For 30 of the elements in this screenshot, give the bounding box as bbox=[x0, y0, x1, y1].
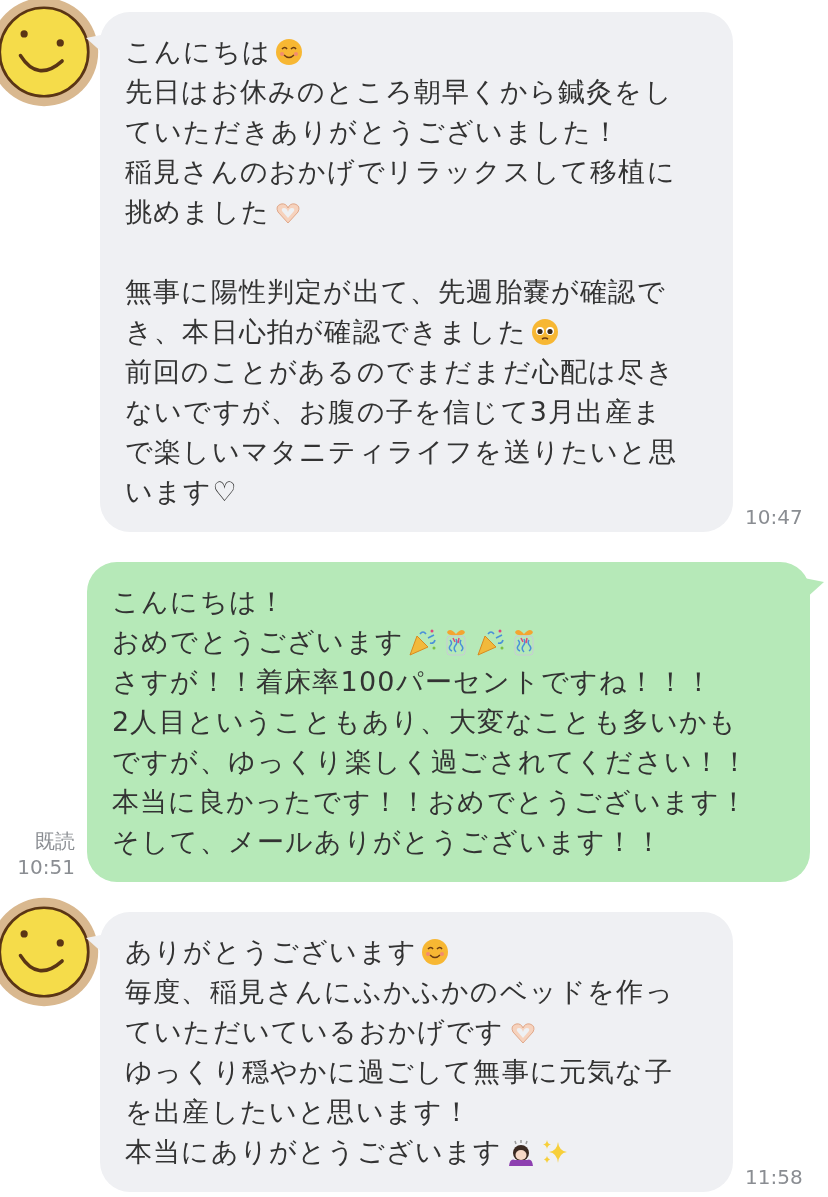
message-time: 10:47 bbox=[745, 504, 803, 530]
message-text: います♡ bbox=[125, 475, 238, 509]
message-text: 先日はお休みのところ朝早くから鍼灸をし bbox=[125, 75, 673, 109]
message-time: 10:51 bbox=[17, 854, 75, 880]
message-text: き、本日心拍が確認できました bbox=[125, 315, 527, 349]
message-time: 11:58 bbox=[745, 1164, 803, 1190]
message-text: 前回のことがあるのでまだまだ心配は尽き bbox=[125, 355, 675, 389]
message-text: ありがとうございます bbox=[125, 935, 417, 969]
message-text: 無事に陽性判定が出て、先週胎嚢が確認で bbox=[125, 275, 666, 309]
smiling-face-icon bbox=[419, 936, 451, 968]
message-text: 本当に良かったです！！おめでとうございます！ bbox=[112, 785, 749, 819]
message-text: 挑めました bbox=[125, 195, 270, 229]
message-text: ないですが、お腹の子を信じて3月出産ま bbox=[125, 395, 662, 429]
message-text: 2人目ということもあり、大変なことも多いかも bbox=[112, 705, 738, 739]
message-text: おめでとうございます bbox=[112, 625, 404, 659]
message-text: こんにちは bbox=[125, 35, 271, 69]
message-text: ですが、ゆっくり楽しく過ごされてください！！ bbox=[112, 745, 750, 779]
message-text: を出産したいと思います！ bbox=[125, 1095, 472, 1129]
message-text: ていただきありがとうございました！ bbox=[125, 115, 621, 149]
message-text: そして、メールありがとうございます！！ bbox=[112, 825, 663, 859]
message-text: 毎度、稲見さんにふかふかのベッドを作っ bbox=[125, 975, 674, 1009]
message-text: ゆっくり穏やかに過ごして無事に元気な子 bbox=[125, 1055, 673, 1089]
message-text: 稲見さんのおかげでリラックスして移植に bbox=[125, 155, 676, 189]
message-text: 本当にありがとうございます bbox=[125, 1135, 503, 1169]
message-text: こんにちは！ bbox=[112, 585, 287, 619]
message-text: ていただいているおかげです bbox=[125, 1015, 505, 1049]
message-text: で楽しいマタニティライフを送りたいと思 bbox=[125, 435, 677, 469]
message-text: さすが！！着床率100パーセントですね！！！ bbox=[112, 665, 713, 699]
read-receipt: 既読 bbox=[35, 828, 75, 854]
smiling-face-icon bbox=[273, 36, 305, 68]
